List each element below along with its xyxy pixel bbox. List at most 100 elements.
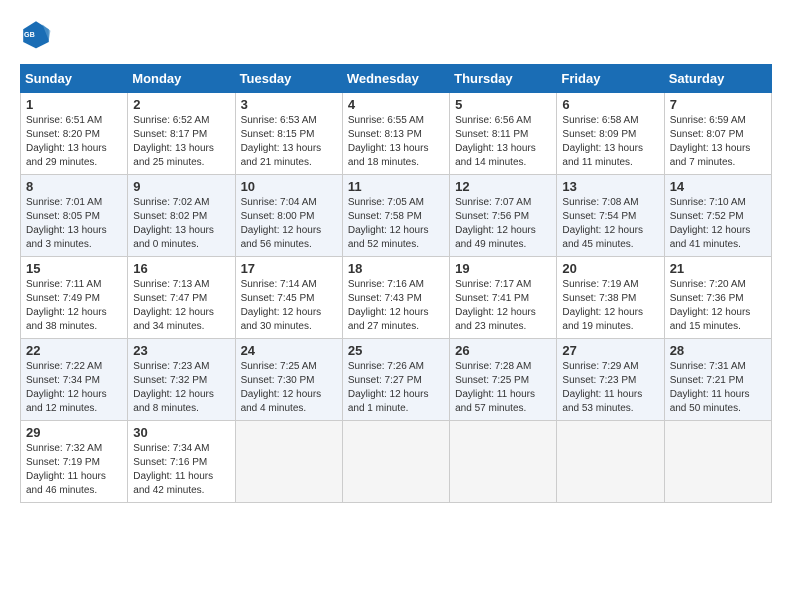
day-number: 22 [26,343,122,358]
cell-info: Sunrise: 7:07 AMSunset: 7:56 PMDaylight:… [455,197,536,250]
calendar-cell: 21 Sunrise: 7:20 AMSunset: 7:36 PMDayligh… [664,257,771,339]
weekday-header-wednesday: Wednesday [342,65,449,93]
day-number: 24 [241,343,337,358]
cell-info: Sunrise: 7:01 AMSunset: 8:05 PMDaylight:… [26,197,107,250]
day-number: 10 [241,179,337,194]
logo-icon: GB [20,18,52,50]
calendar-cell: 12 Sunrise: 7:07 AMSunset: 7:56 PMDayligh… [450,175,557,257]
calendar-cell: 6 Sunrise: 6:58 AMSunset: 8:09 PMDaylight… [557,93,664,175]
day-number: 18 [348,261,444,276]
logo: GB [20,18,58,50]
day-number: 27 [562,343,658,358]
calendar-cell: 27Sunrise: 7:29 AMSunset: 7:23 PMDayligh… [557,339,664,421]
calendar-cell [342,421,449,503]
day-number: 2 [133,97,229,112]
cell-info: Sunrise: 7:16 AMSunset: 7:43 PMDaylight:… [348,279,429,332]
calendar-table: SundayMondayTuesdayWednesdayThursdayFrid… [20,64,772,503]
day-number: 14 [670,179,766,194]
calendar-cell: 14 Sunrise: 7:10 AMSunset: 7:52 PMDayligh… [664,175,771,257]
calendar-cell: 10 Sunrise: 7:04 AMSunset: 8:00 PMDayligh… [235,175,342,257]
cell-info: Sunrise: 6:52 AMSunset: 8:17 PMDaylight:… [133,115,214,168]
day-number: 29 [26,425,122,440]
calendar-cell: 19Sunrise: 7:17 AMSunset: 7:41 PMDayligh… [450,257,557,339]
day-number: 4 [348,97,444,112]
calendar-cell [450,421,557,503]
calendar-week-row: 1 Sunrise: 6:51 AMSunset: 8:20 PMDaylight… [21,93,772,175]
cell-info: Sunrise: 6:56 AMSunset: 8:11 PMDaylight:… [455,115,536,168]
cell-info: Sunrise: 7:10 AMSunset: 7:52 PMDaylight:… [670,197,751,250]
cell-info: Sunrise: 7:17 AMSunset: 7:41 PMDaylight:… [455,279,536,332]
cell-info: Sunrise: 7:22 AMSunset: 7:34 PMDaylight:… [26,361,107,414]
calendar-cell: 24 Sunrise: 7:25 AMSunset: 7:30 PMDayligh… [235,339,342,421]
day-number: 16 [133,261,229,276]
weekday-header-saturday: Saturday [664,65,771,93]
cell-info: Sunrise: 6:51 AMSunset: 8:20 PMDaylight:… [26,115,107,168]
cell-info: Sunrise: 7:28 AMSunset: 7:25 PMDaylight:… [455,361,535,414]
day-number: 7 [670,97,766,112]
day-number: 9 [133,179,229,194]
calendar-cell: 25Sunrise: 7:26 AMSunset: 7:27 PMDayligh… [342,339,449,421]
calendar-cell: 15 Sunrise: 7:11 AMSunset: 7:49 PMDayligh… [21,257,128,339]
calendar-cell: 5 Sunrise: 6:56 AMSunset: 8:11 PMDaylight… [450,93,557,175]
day-number: 15 [26,261,122,276]
calendar-header: SundayMondayTuesdayWednesdayThursdayFrid… [21,65,772,93]
cell-info: Sunrise: 7:20 AMSunset: 7:36 PMDaylight:… [670,279,751,332]
day-number: 28 [670,343,766,358]
calendar-cell [664,421,771,503]
calendar-cell: 29Sunrise: 7:32 AMSunset: 7:19 PMDayligh… [21,421,128,503]
calendar-cell: 17 Sunrise: 7:14 AMSunset: 7:45 PMDayligh… [235,257,342,339]
weekday-header-sunday: Sunday [21,65,128,93]
cell-info: Sunrise: 7:23 AMSunset: 7:32 PMDaylight:… [133,361,214,414]
weekday-header-monday: Monday [128,65,235,93]
calendar-cell: 1 Sunrise: 6:51 AMSunset: 8:20 PMDaylight… [21,93,128,175]
day-number: 12 [455,179,551,194]
calendar-week-row: 29Sunrise: 7:32 AMSunset: 7:19 PMDayligh… [21,421,772,503]
calendar-week-row: 8 Sunrise: 7:01 AMSunset: 8:05 PMDaylight… [21,175,772,257]
calendar-cell: 22 Sunrise: 7:22 AMSunset: 7:34 PMDayligh… [21,339,128,421]
day-number: 13 [562,179,658,194]
calendar-cell: 28Sunrise: 7:31 AMSunset: 7:21 PMDayligh… [664,339,771,421]
calendar-cell [235,421,342,503]
cell-info: Sunrise: 7:11 AMSunset: 7:49 PMDaylight:… [26,279,107,332]
calendar-cell: 11Sunrise: 7:05 AMSunset: 7:58 PMDayligh… [342,175,449,257]
calendar-body: 1 Sunrise: 6:51 AMSunset: 8:20 PMDaylight… [21,93,772,503]
cell-info: Sunrise: 6:59 AMSunset: 8:07 PMDaylight:… [670,115,751,168]
weekday-header-tuesday: Tuesday [235,65,342,93]
calendar-week-row: 15 Sunrise: 7:11 AMSunset: 7:49 PMDayligh… [21,257,772,339]
header: GB [20,18,772,50]
cell-info: Sunrise: 7:26 AMSunset: 7:27 PMDaylight:… [348,361,429,414]
cell-info: Sunrise: 7:19 AMSunset: 7:38 PMDaylight:… [562,279,643,332]
calendar-cell: 18 Sunrise: 7:16 AMSunset: 7:43 PMDayligh… [342,257,449,339]
calendar-cell: 20 Sunrise: 7:19 AMSunset: 7:38 PMDayligh… [557,257,664,339]
cell-info: Sunrise: 7:25 AMSunset: 7:30 PMDaylight:… [241,361,322,414]
day-number: 1 [26,97,122,112]
day-number: 8 [26,179,122,194]
day-number: 5 [455,97,551,112]
calendar-cell: 30Sunrise: 7:34 AMSunset: 7:16 PMDayligh… [128,421,235,503]
calendar-page: GB SundayMondayTuesdayWednesdayThursdayF… [0,0,792,513]
calendar-cell: 3Sunrise: 6:53 AMSunset: 8:15 PMDaylight… [235,93,342,175]
calendar-cell: 4 Sunrise: 6:55 AMSunset: 8:13 PMDaylight… [342,93,449,175]
day-number: 3 [241,97,337,112]
calendar-cell: 9 Sunrise: 7:02 AMSunset: 8:02 PMDaylight… [128,175,235,257]
calendar-cell: 16Sunrise: 7:13 AMSunset: 7:47 PMDayligh… [128,257,235,339]
calendar-cell: 23 Sunrise: 7:23 AMSunset: 7:32 PMDayligh… [128,339,235,421]
calendar-cell [557,421,664,503]
day-number: 17 [241,261,337,276]
cell-info: Sunrise: 6:58 AMSunset: 8:09 PMDaylight:… [562,115,643,168]
cell-info: Sunrise: 7:04 AMSunset: 8:00 PMDaylight:… [241,197,322,250]
day-number: 6 [562,97,658,112]
weekday-header-friday: Friday [557,65,664,93]
cell-info: Sunrise: 7:14 AMSunset: 7:45 PMDaylight:… [241,279,322,332]
weekday-header-row: SundayMondayTuesdayWednesdayThursdayFrid… [21,65,772,93]
day-number: 20 [562,261,658,276]
cell-info: Sunrise: 6:55 AMSunset: 8:13 PMDaylight:… [348,115,429,168]
cell-info: Sunrise: 7:02 AMSunset: 8:02 PMDaylight:… [133,197,214,250]
day-number: 21 [670,261,766,276]
day-number: 26 [455,343,551,358]
calendar-cell: 7 Sunrise: 6:59 AMSunset: 8:07 PMDaylight… [664,93,771,175]
day-number: 23 [133,343,229,358]
svg-text:GB: GB [24,30,35,39]
cell-info: Sunrise: 7:34 AMSunset: 7:16 PMDaylight:… [133,443,213,496]
cell-info: Sunrise: 7:05 AMSunset: 7:58 PMDaylight:… [348,197,429,250]
